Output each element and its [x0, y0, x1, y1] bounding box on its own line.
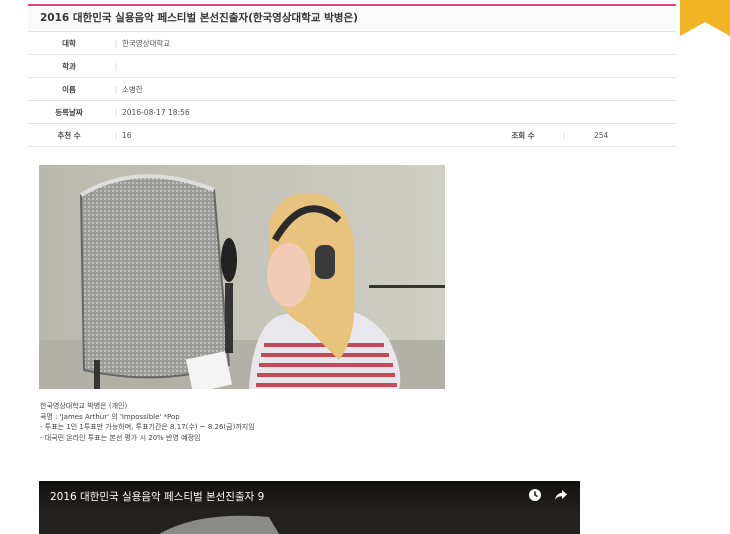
divider: |	[114, 38, 118, 48]
performer-photo	[39, 165, 445, 389]
bookmark-ribbon-icon[interactable]	[680, 0, 730, 36]
post-title: 2016 대한민국 실용음악 페스티벌 본선진출자(한국영상대학교 박병은)	[28, 4, 676, 32]
field-label: 학과	[62, 61, 76, 71]
field-value: 2016-08-17 18:56	[122, 107, 190, 117]
field-label: 등록날짜	[55, 107, 83, 117]
video-title[interactable]: 2016 대한민국 실용음악 페스티벌 본선진출자 9	[50, 489, 264, 504]
caption-line: - 투표는 1인 1투표만 가능하며, 투표기간은 8.17(수) ~ 8.26…	[40, 423, 255, 431]
info-row-date: 등록날짜 | 2016-08-17 18:56	[28, 101, 676, 124]
recommend-count: 16	[122, 130, 132, 140]
info-row-stats: 추천 수 | 16 조회 수 | 254	[28, 124, 676, 147]
post-caption: 한국영상대학교 박병은 (개인) 곡명 : 'James Arthur' 의 '…	[40, 401, 255, 443]
views-label: 조회 수	[511, 130, 535, 140]
recommend-label: 추천 수	[57, 130, 81, 140]
field-value: 한국영상대학교	[122, 38, 171, 48]
views-count: 254	[594, 130, 609, 140]
field-label: 이름	[62, 84, 76, 94]
field-value: 소병한	[122, 84, 143, 94]
info-row-university: 대학 | 한국영상대학교	[28, 32, 676, 55]
info-row-department: 학과 |	[28, 55, 676, 78]
divider: |	[114, 107, 118, 117]
info-row-name: 이름 | 소병한	[28, 78, 676, 101]
clock-icon[interactable]	[528, 488, 542, 502]
divider: |	[562, 130, 566, 140]
video-player[interactable]: 2016 대한민국 실용음악 페스티벌 본선진출자 9	[39, 481, 580, 534]
share-icon[interactable]	[554, 488, 568, 502]
field-label: 대학	[62, 38, 76, 48]
divider: |	[114, 61, 118, 71]
post-info-card: 2016 대한민국 실용음악 페스티벌 본선진출자(한국영상대학교 박병은) 대…	[28, 4, 676, 147]
caption-line: 곡명 : 'James Arthur' 의 'Impossible' *Pop	[40, 412, 180, 421]
divider: |	[114, 130, 118, 140]
caption-line: 한국영상대학교 박병은 (개인)	[40, 402, 128, 410]
divider: |	[114, 84, 118, 94]
caption-line: - 대국민 온라인 투표는 본선 평가 시 20% 반영 예정임	[40, 433, 201, 442]
